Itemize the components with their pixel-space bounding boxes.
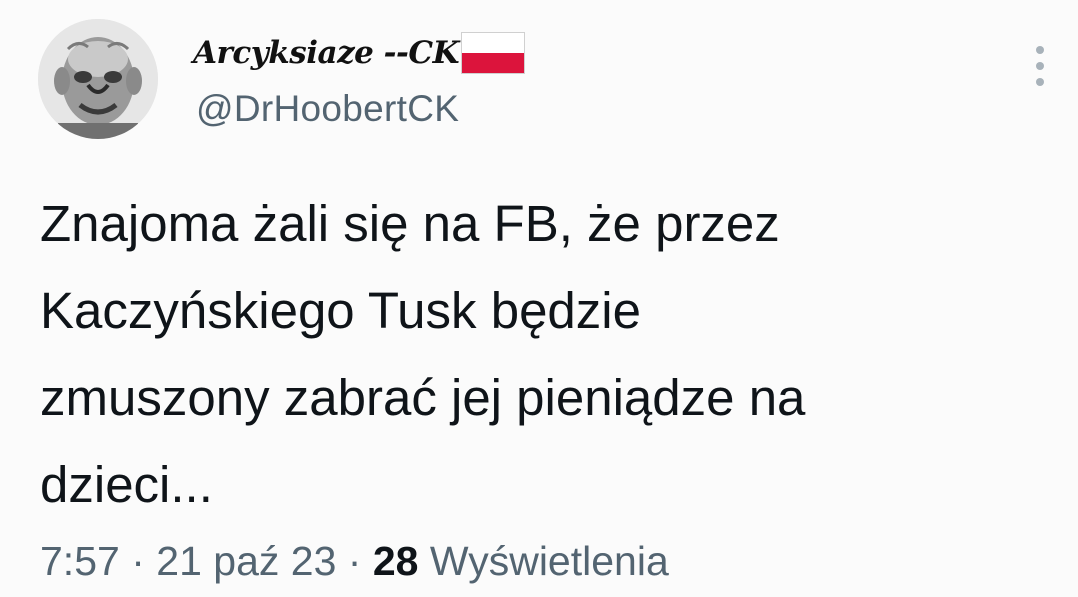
views-label: Wyświetlenia	[429, 538, 669, 584]
user-handle[interactable]: @DrHoobertCK	[196, 88, 459, 130]
views-count: 28	[372, 538, 419, 584]
tweet-text: Znajoma żali się na FB, że przez Kaczyńs…	[40, 195, 806, 513]
tweet-meta: 7:57 · 21 paź 23 · 28 Wyświetlenia	[40, 538, 669, 585]
tweet-card[interactable]: Arcyksiaze --CK @DrHoobertCK Znajoma żal…	[0, 0, 1078, 597]
meta-separator: ·	[347, 538, 362, 584]
display-name[interactable]: Arcyksiaze --CK	[193, 35, 460, 71]
tweet-time[interactable]: 7:57	[40, 538, 120, 584]
author-name-row[interactable]: Arcyksiaze --CK	[193, 26, 526, 80]
tweet-date[interactable]: 21 paź 23	[156, 538, 336, 584]
meta-separator: ·	[131, 538, 145, 584]
poland-flag-icon	[461, 32, 526, 74]
avatar-image	[38, 19, 158, 139]
vertical-dots-icon[interactable]	[1025, 40, 1055, 92]
avatar[interactable]	[38, 19, 158, 139]
